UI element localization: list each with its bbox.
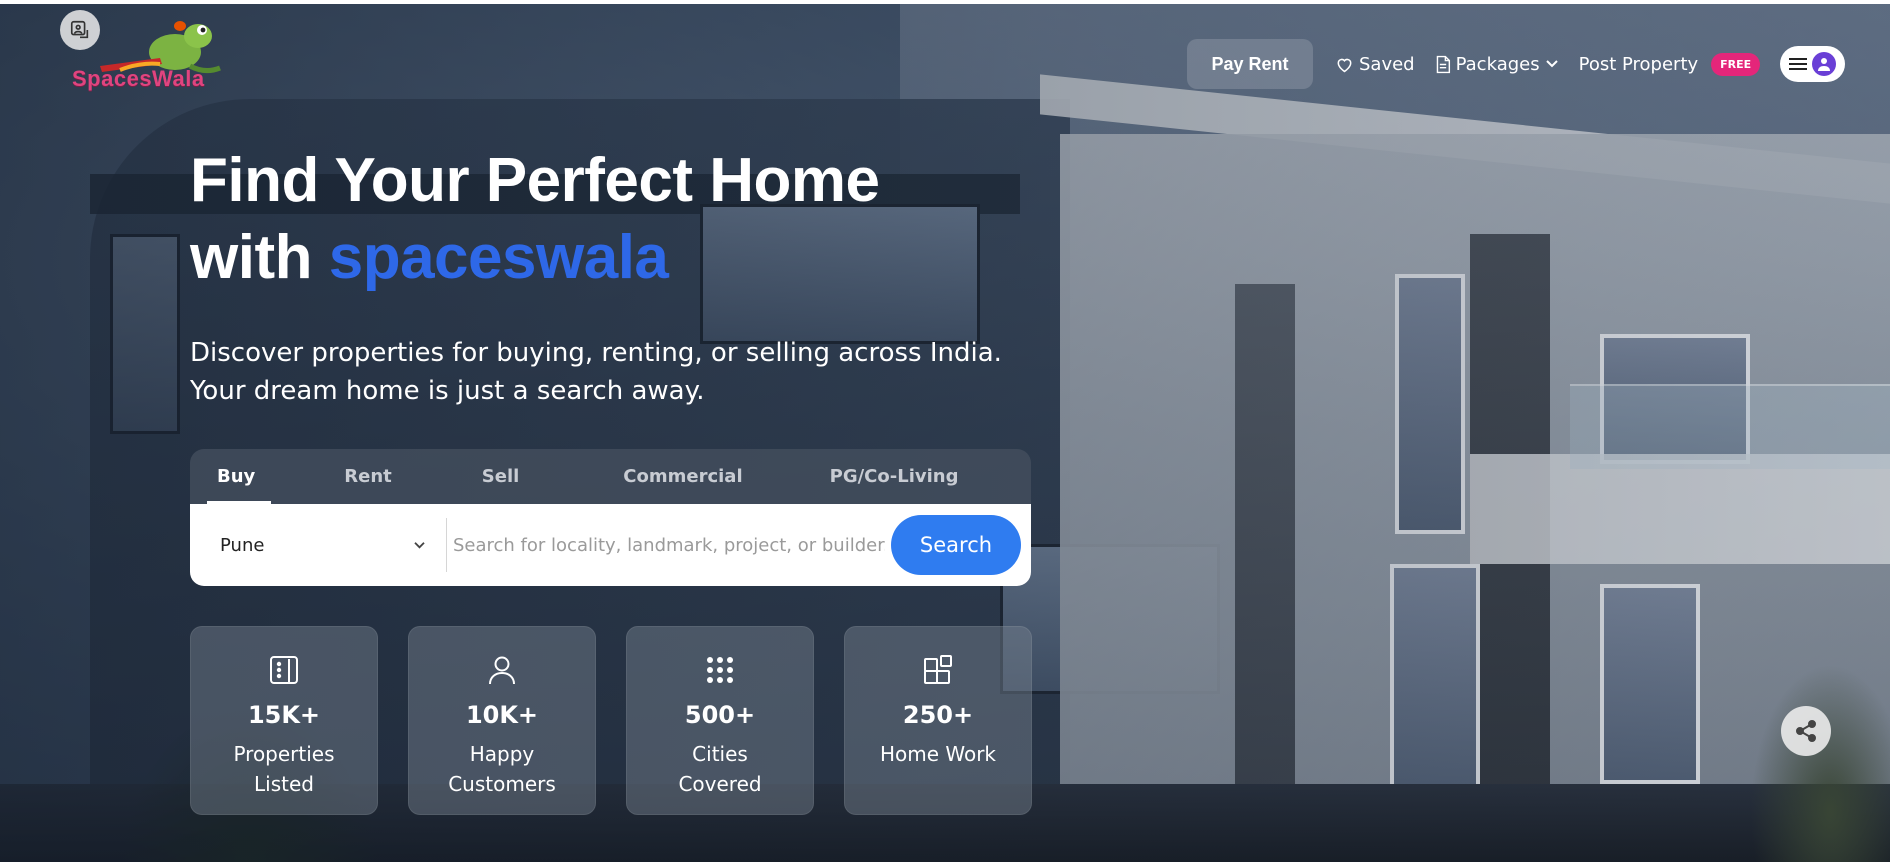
chevron-down-icon: [414, 541, 425, 549]
post-property-label: Post Property: [1578, 53, 1699, 75]
headline-with: with: [190, 223, 312, 292]
hero-subtext: Discover properties for buying, renting,…: [190, 338, 1002, 406]
tab-sell[interactable]: Sell: [480, 449, 522, 504]
hamburger-icon: [1788, 55, 1807, 73]
user-icon: [489, 656, 515, 685]
pay-rent-button[interactable]: Pay Rent: [1187, 39, 1313, 89]
tab-commercial[interactable]: Commercial: [621, 449, 744, 504]
stat-label: Properties Listed: [233, 742, 335, 796]
search-tabs: Buy Rent Sell Commercial PG/Co-Living: [190, 449, 1031, 504]
stat-value: 10K+: [465, 701, 539, 729]
headline-line-1: Find Your Perfect Home: [190, 146, 880, 215]
image-icon: [70, 20, 89, 39]
saved-link[interactable]: Saved: [1335, 54, 1415, 75]
stat-label: Happy Customers: [448, 742, 556, 796]
stat-value: 500+: [684, 701, 756, 729]
stats-row: 15K+ Properties Listed 10K+ Happy Custom…: [190, 626, 1032, 815]
share-icon: [1796, 720, 1816, 742]
widgets-icon: [924, 655, 952, 684]
stat-label: Cities Covered: [678, 742, 762, 796]
tab-buy[interactable]: Buy: [206, 449, 272, 504]
logo-text: SpacesWala: [72, 66, 205, 91]
user-shield-icon: [1818, 58, 1831, 71]
packages-dropdown[interactable]: Packages: [1435, 54, 1559, 75]
avatar: [1812, 52, 1837, 76]
free-badge: FREE: [1711, 52, 1761, 76]
chevron-down-icon: [1545, 60, 1558, 68]
hero-headline: Find Your Perfect Home with spaceswala: [190, 142, 880, 296]
headline-brand: spaceswala: [328, 223, 669, 292]
stat-value: 15K+: [247, 701, 321, 729]
search-button[interactable]: Search: [891, 515, 1021, 575]
tab-pg-co-living[interactable]: PG/Co-Living: [828, 449, 961, 504]
city-select[interactable]: Pune: [200, 518, 447, 572]
stat-card: 15K+ Properties Listed: [190, 626, 378, 815]
top-nav: Pay Rent Saved Packages Post Property FR…: [1187, 39, 1846, 89]
grid-dots-icon: [707, 657, 733, 683]
tab-rent[interactable]: Rent: [342, 449, 394, 504]
city-select-value: Pune: [220, 534, 265, 556]
stat-card: 250+ Home Work: [844, 626, 1032, 815]
search-input[interactable]: [447, 518, 891, 572]
stat-label: Home Work: [879, 742, 997, 766]
packages-label: Packages: [1455, 53, 1540, 75]
account-menu-button[interactable]: [1780, 46, 1846, 82]
building-icon: [270, 656, 298, 684]
saved-label: Saved: [1359, 53, 1415, 75]
image-icon-badge[interactable]: [60, 10, 100, 50]
headline-line-2: with spaceswala: [190, 219, 880, 296]
stat-value: 250+: [902, 701, 974, 729]
document-icon: [1436, 55, 1450, 73]
post-property-link[interactable]: Post Property FREE: [1578, 52, 1761, 76]
heart-icon: [1337, 58, 1352, 72]
search-row: Pune Search: [190, 504, 1031, 586]
stat-card: 500+ Cities Covered: [626, 626, 814, 815]
search-panel: Buy Rent Sell Commercial PG/Co-Living Pu…: [190, 449, 1031, 586]
stat-card: 10K+ Happy Customers: [408, 626, 596, 815]
share-button[interactable]: [1781, 706, 1831, 756]
